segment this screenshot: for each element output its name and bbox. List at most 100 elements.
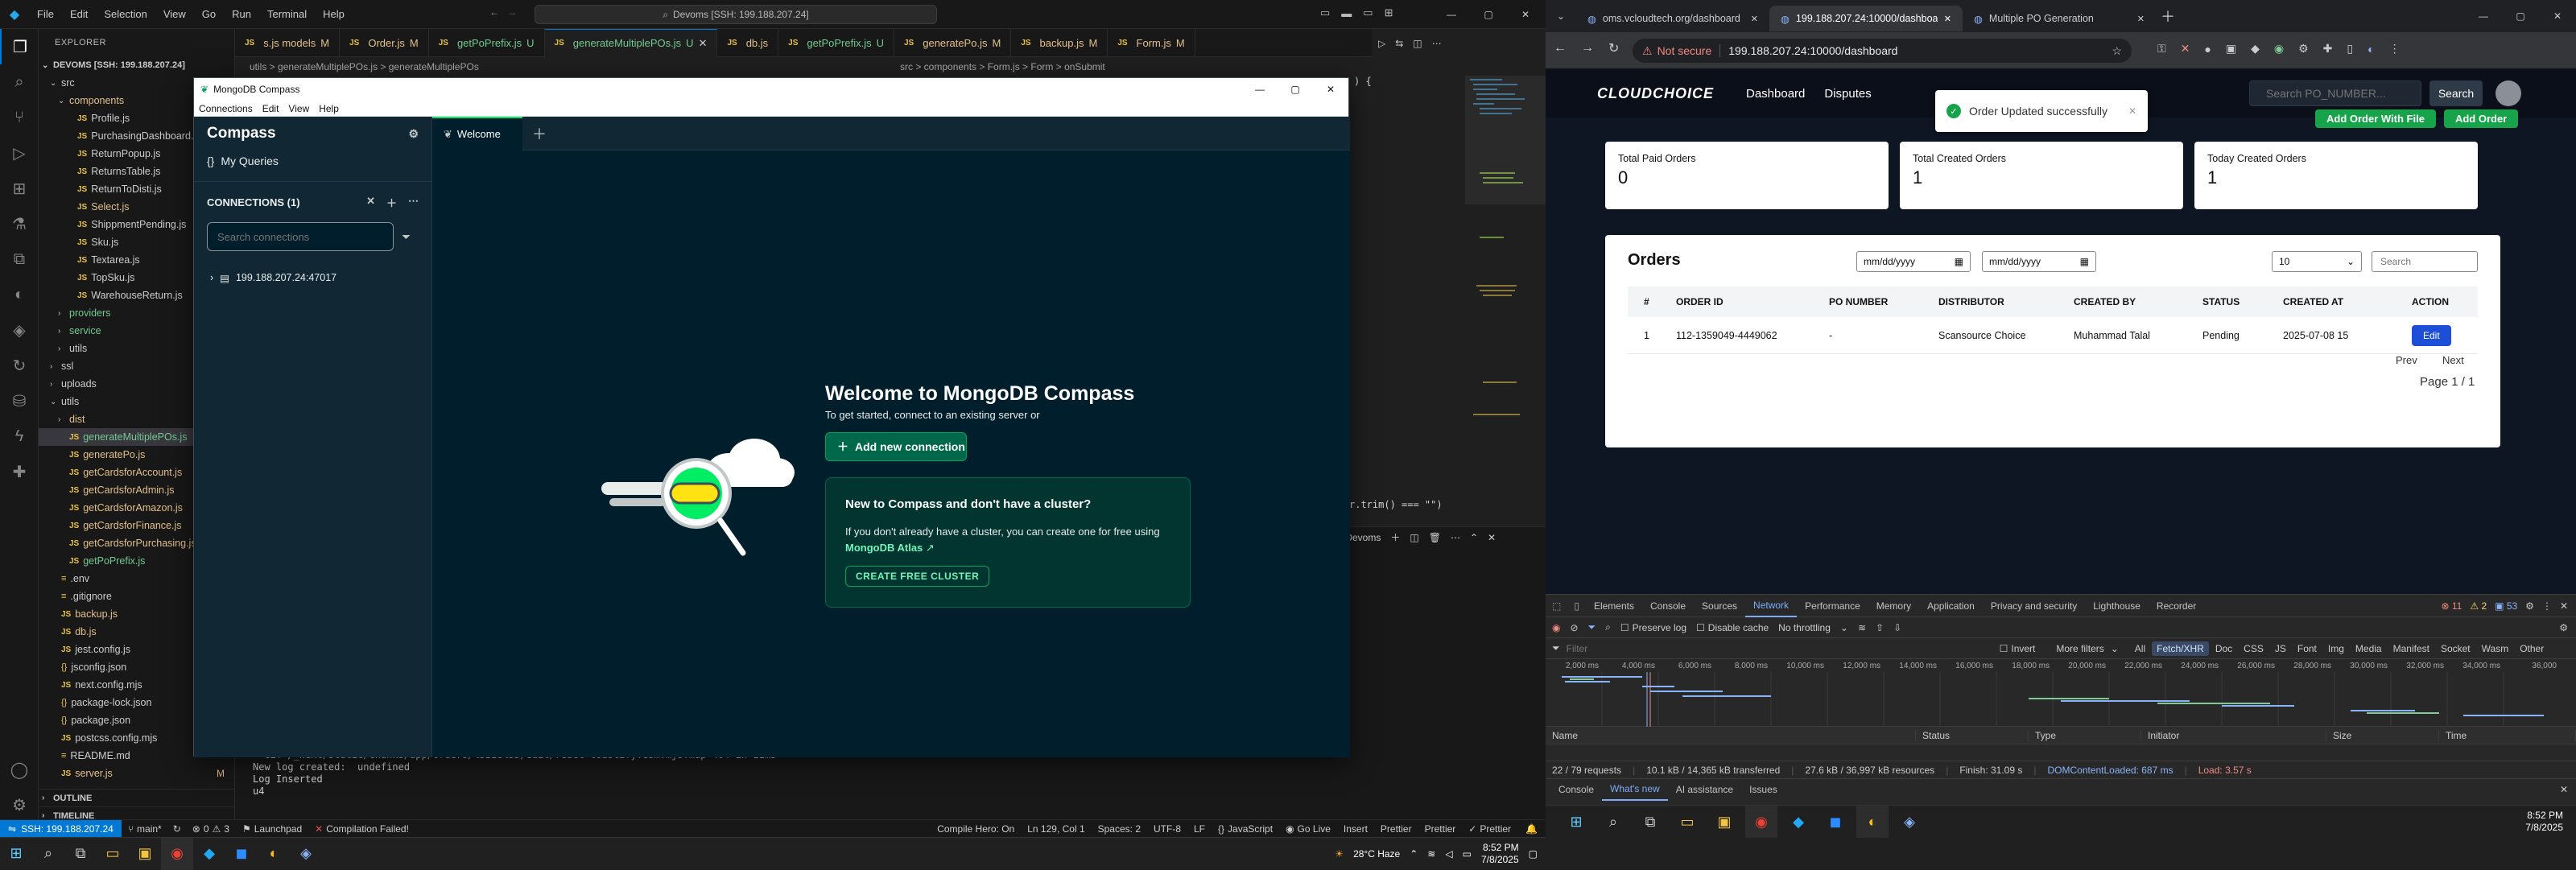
menu-item-connections[interactable]: Connections [194,103,258,114]
chrome-icon[interactable]: ◉ [161,838,193,870]
editor-tab[interactable]: JSdb.js [717,29,778,57]
type-filter-media[interactable]: Media [2351,641,2387,656]
connection-item[interactable]: › ▤ 199.188.207.24:47017 [194,266,431,290]
trash-icon[interactable]: 🗑 [1429,532,1441,543]
key-icon[interactable]: ⚿ [2157,42,2166,56]
file-explorer-icon[interactable]: ▭ [97,838,129,870]
volume-icon[interactable]: ◁ [1445,848,1452,860]
browser-tab[interactable]: ◍199.188.207.24:10000/dashboa✕ [1769,6,1963,31]
extension-icon[interactable]: ● [2204,43,2211,56]
settings-gear-icon[interactable]: ⚙ [2525,600,2534,612]
wifi-icon[interactable]: ≋ [1858,622,1866,633]
nav-dashboard[interactable]: Dashboard [1746,87,1805,101]
profile-avatar-icon[interactable]: ◐ [2368,43,2374,56]
menu-item-run[interactable]: Run [224,8,259,20]
close-tab-icon[interactable]: ✕ [2137,14,2145,24]
inspect-icon[interactable]: ⬚ [1546,600,1567,612]
start-date-input[interactable]: mm/dd/yyyy▦ [1856,251,1971,272]
tray-chevron-icon[interactable]: ⌃ [1410,848,1418,860]
editor-tab[interactable]: JSgeneratePo.jsM [894,29,1011,57]
upload-icon[interactable]: ⇧ [1876,622,1884,633]
notification-icon[interactable]: ▢ [1529,848,1538,860]
network-column-header[interactable]: Initiator [2141,730,2326,741]
issues-counter[interactable]: ▣ 53 [2495,600,2517,612]
close-icon[interactable]: ✕ [2560,600,2568,612]
compile-status[interactable]: ✕Compilation Failed! [308,823,415,835]
chrome-icon[interactable]: ◉ [1745,806,1777,838]
thunder-client-icon[interactable]: ϟ [0,419,39,454]
menu-icon[interactable]: ⋮ [2389,42,2401,56]
editor-tab[interactable]: JSOrder.jsM [340,29,429,57]
gitlens-icon[interactable]: ◐ [0,277,39,312]
devtools-tab-elements[interactable]: Elements [1586,595,1642,617]
device-toggle-icon[interactable]: ▯ [1567,600,1586,612]
extension-icon[interactable]: ◉ [2274,42,2284,56]
compass-icon[interactable]: ◐ [258,838,290,870]
menu-item-help[interactable]: Help [314,103,344,114]
atlas-link[interactable]: MongoDB Atlas [845,542,923,554]
run-icon[interactable]: ▷ [1378,38,1385,49]
extension-icon[interactable]: ◆ [2251,42,2260,56]
add-order-button[interactable]: Add Order [2444,109,2518,128]
invert-checkbox[interactable]: ☐Invert [2000,643,2036,654]
testing-icon[interactable]: ⚗ [0,206,39,241]
file-item[interactable]: JSserver.jsM [39,765,234,782]
task-view-icon[interactable]: ⧉ [64,838,97,870]
maximize-panel-icon[interactable]: ⌃ [1470,532,1478,543]
settings-gear-icon[interactable]: ⚙ [408,127,419,141]
sync-icon[interactable]: ↻ [168,823,186,835]
devtools-tab-console[interactable]: Console [1642,595,1694,617]
store-icon[interactable]: ▣ [129,838,161,870]
split-terminal-icon[interactable]: ◫ [1410,532,1418,543]
clock[interactable]: 8:52 PM 7/8/2025 [1481,842,1519,866]
editor-tab[interactable]: JSgenerateMultiplePOs.jsU✕ [545,29,718,57]
close-drawer-icon[interactable]: ✕ [2560,784,2576,795]
prettier-status[interactable]: ✓Prettier [1462,823,1517,835]
type-filter-js[interactable]: JS [2270,641,2291,656]
close-panel-icon[interactable]: ✕ [1488,532,1496,543]
warning-counter[interactable]: ⚠ 2 [2470,600,2487,612]
zoom-icon[interactable]: ◼ [1819,806,1852,838]
menu-item-help[interactable]: Help [315,8,353,20]
docker-icon[interactable]: ◈ [0,312,39,348]
live-share-icon[interactable]: ↻ [0,348,39,383]
network-column-header[interactable]: Status [1916,730,2029,741]
menu-item-selection[interactable]: Selection [96,8,155,20]
compass-icon[interactable]: ◐ [1856,806,1889,838]
add-terminal-icon[interactable]: ＋ [1390,530,1400,544]
vscode-icon[interactable]: ◆ [1782,806,1814,838]
puzzle-icon[interactable]: ✚ [0,454,39,489]
po-search-button[interactable]: Search [2429,80,2483,106]
app-logo[interactable]: CLOUDCHOICE [1597,85,1714,102]
maximize-icon[interactable]: ▢ [2502,0,2539,32]
task-view-icon[interactable]: ⧉ [1634,806,1666,838]
close-icon[interactable]: ✕ [1507,0,1544,29]
nav-back-icon[interactable]: ← [489,6,499,18]
prettier-status[interactable]: Prettier [1418,823,1463,835]
type-filter-css[interactable]: CSS [2239,641,2268,656]
type-filter-all[interactable]: All [2130,641,2150,656]
nav-disputes[interactable]: Disputes [1824,87,1871,101]
maximize-icon[interactable]: ▢ [1278,78,1313,101]
forward-icon[interactable]: → [1581,41,1594,56]
clock[interactable]: 8:52 PM 7/8/2025 [2525,810,2576,834]
toggle-secondary-icon[interactable]: ▭ [1363,6,1373,19]
nav-forward-icon[interactable]: → [507,6,517,18]
filter-icon[interactable]: ⏷ [1588,621,1596,633]
minimize-icon[interactable]: — [1433,0,1470,29]
devtools-tab-application[interactable]: Application [1919,595,1983,617]
create-free-cluster-button[interactable]: CREATE FREE CLUSTER [845,566,989,587]
prettier-status[interactable]: Prettier [1374,823,1418,835]
network-filter-input[interactable] [1567,641,1993,657]
editor-tab[interactable]: JSgetPoPrefix.jsU [778,29,894,57]
tab-welcome[interactable]: ❦ Welcome [432,117,522,150]
source-control-icon[interactable]: ⑂ [0,100,39,135]
manage-gear-icon[interactable]: ⚙ [0,787,39,823]
more-icon[interactable]: ⋯ [1432,38,1442,49]
edit-button[interactable]: Edit [2412,325,2451,346]
side-panel-icon[interactable]: ▯ [2347,42,2353,56]
editor-tab[interactable]: JSgetPoPrefix.jsU [429,29,545,57]
drawer-tab[interactable]: What's new [1602,778,1668,801]
devtools-tab-memory[interactable]: Memory [1868,595,1919,617]
vscode-icon[interactable]: ◆ [193,838,225,870]
